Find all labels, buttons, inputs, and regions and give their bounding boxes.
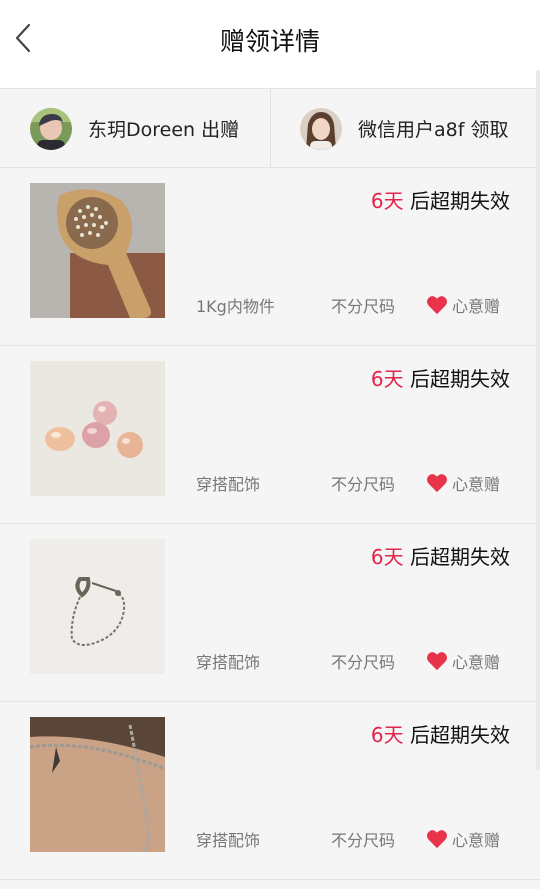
item-image-ear-cuff[interactable]: [30, 539, 165, 674]
item-category: 穿搭配饰: [196, 475, 261, 494]
gift-type-label: 心意赠: [452, 831, 501, 850]
gift-type-label: 心意赠: [452, 653, 501, 672]
expire-text: 后超期失效: [403, 189, 510, 213]
gift-type: 心意赠: [426, 827, 500, 851]
expire-days: 6天: [370, 367, 404, 391]
gift-type-label: 心意赠: [452, 475, 501, 494]
gift-users-bar: 东玥Doreen 出赠 微信用户a8f 领取: [0, 88, 540, 168]
users-divider: [270, 89, 271, 168]
heart-icon: [427, 474, 447, 493]
item-image-bracelet[interactable]: [30, 717, 165, 852]
heart-icon: [427, 830, 447, 849]
gift-item[interactable]: 6天 后超期失效 穿搭配饰 不分尺码 心意赠: [0, 346, 540, 524]
gift-item[interactable]: 6天 后超期失效 1Kg内物件 不分尺码 心意赠: [0, 168, 540, 346]
receiver-avatar: [300, 107, 342, 150]
item-size: 不分尺码: [331, 475, 396, 494]
gift-item[interactable]: 6天 后超期失效 穿搭配饰 不分尺码 心意赠: [0, 524, 540, 702]
item-category: 1Kg内物件: [196, 297, 275, 316]
receiver-user[interactable]: 微信用户a8f 领取: [300, 89, 508, 168]
giver-user[interactable]: 东玥Doreen 出赠: [30, 89, 239, 168]
giver-avatar: [30, 107, 72, 150]
gift-item-list: 6天 后超期失效 1Kg内物件 不分尺码 心意赠 6天 后超期失效 穿搭配饰 不…: [0, 168, 540, 880]
expire-days: 6天: [370, 189, 404, 213]
scrollbar[interactable]: [536, 70, 540, 770]
heart-icon: [427, 296, 447, 315]
item-size: 不分尺码: [331, 653, 396, 672]
item-category: 穿搭配饰: [196, 831, 261, 850]
expire-text: 后超期失效: [403, 367, 510, 391]
expire-notice: 6天 后超期失效: [371, 719, 510, 748]
expire-notice: 6天 后超期失效: [371, 185, 510, 214]
gift-type-label: 心意赠: [452, 297, 501, 316]
item-image-hairbrush[interactable]: [30, 183, 165, 318]
gift-type: 心意赠: [426, 293, 500, 317]
expire-days: 6天: [370, 723, 404, 747]
expire-text: 后超期失效: [403, 723, 510, 747]
expire-notice: 6天 后超期失效: [371, 541, 510, 570]
item-size: 不分尺码: [331, 297, 396, 316]
item-image-pearls[interactable]: [30, 361, 165, 496]
item-category: 穿搭配饰: [196, 653, 261, 672]
expire-notice: 6天 后超期失效: [371, 363, 510, 392]
gift-item[interactable]: 6天 后超期失效 穿搭配饰 不分尺码 心意赠: [0, 702, 540, 880]
gift-type: 心意赠: [426, 649, 500, 673]
receiver-name: 微信用户a8f 领取: [358, 119, 509, 141]
top-bar: 赠领详情: [0, 0, 540, 88]
item-size: 不分尺码: [331, 831, 396, 850]
page-title: 赠领详情: [219, 27, 320, 56]
expire-days: 6天: [370, 545, 404, 569]
gift-type: 心意赠: [426, 471, 500, 495]
expire-text: 后超期失效: [403, 545, 510, 569]
heart-icon: [427, 652, 447, 671]
giver-name: 东玥Doreen 出赠: [88, 119, 240, 141]
